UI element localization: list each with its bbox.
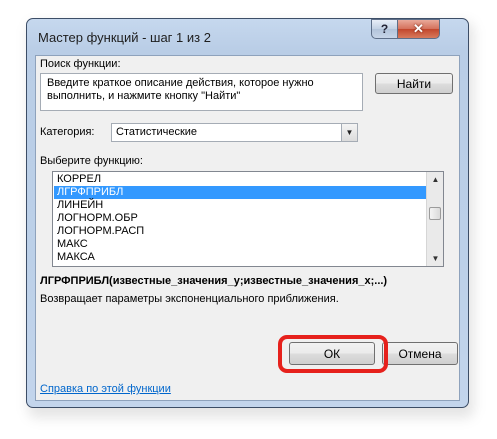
- scroll-down-arrow-icon[interactable]: ▼: [428, 251, 443, 266]
- help-button[interactable]: ?: [371, 19, 397, 39]
- title-bar[interactable]: Мастер функций - шаг 1 из 2 ? ✕: [27, 19, 468, 53]
- search-function-label: Поиск функции:: [40, 58, 121, 70]
- function-description: Возвращает параметры экспоненциального п…: [40, 293, 339, 305]
- scrollbar-thumb[interactable]: [429, 207, 441, 220]
- function-list-item[interactable]: ЛОГНОРМ.ОБР: [54, 212, 427, 225]
- dropdown-arrow-icon[interactable]: ▼: [341, 124, 357, 141]
- category-value: Статистические: [116, 126, 198, 138]
- function-list-item[interactable]: МАКСА: [54, 251, 427, 264]
- function-list-item[interactable]: ЛИНЕЙН: [54, 199, 427, 212]
- list-scrollbar[interactable]: ▲ ▼: [426, 172, 443, 266]
- scroll-up-arrow-icon[interactable]: ▲: [428, 172, 443, 187]
- function-syntax: ЛГРФПРИБЛ(известные_значения_y;известные…: [40, 275, 388, 287]
- function-help-link[interactable]: Справка по этой функции: [40, 383, 171, 395]
- function-list[interactable]: КОРРЕЛ ЛГРФПРИБЛ ЛИНЕЙН ЛОГНОРМ.ОБР ЛОГНОРМ.…: [52, 171, 444, 267]
- ok-button-highlight: [278, 335, 388, 373]
- question-mark-icon: ?: [380, 22, 389, 36]
- function-list-item[interactable]: ЛОГНОРМ.РАСП: [54, 225, 427, 238]
- find-button[interactable]: Найти: [375, 73, 453, 94]
- close-button[interactable]: ✕: [397, 19, 440, 39]
- function-list-item[interactable]: МАКС: [54, 238, 427, 251]
- select-function-label: Выберите функцию:: [40, 155, 143, 167]
- category-select[interactable]: Статистические ▼: [111, 123, 358, 142]
- function-list-item[interactable]: КОРРЕЛ: [54, 173, 427, 186]
- close-icon: ✕: [413, 21, 424, 36]
- cancel-button[interactable]: Отмена: [382, 342, 458, 365]
- dialog-title: Мастер функций - шаг 1 из 2: [38, 30, 211, 45]
- category-label: Категория:: [40, 126, 95, 138]
- search-input[interactable]: Введите краткое описание действия, котор…: [40, 73, 363, 111]
- function-list-item[interactable]: ЛГРФПРИБЛ: [54, 186, 427, 199]
- function-wizard-dialog: Мастер функций - шаг 1 из 2 ? ✕ Поиск фу…: [26, 18, 469, 408]
